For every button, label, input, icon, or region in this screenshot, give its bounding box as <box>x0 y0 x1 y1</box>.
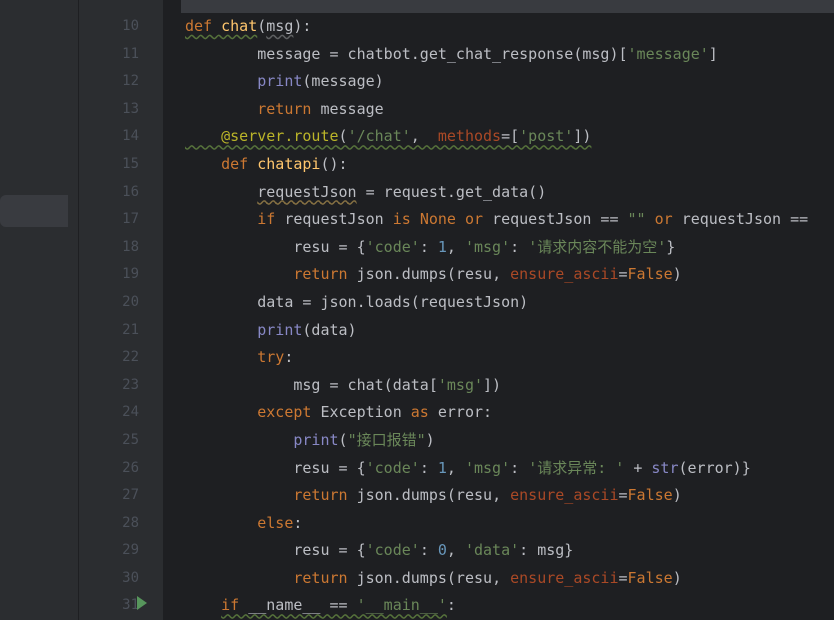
code-line[interactable]: try: <box>181 344 834 372</box>
code-line[interactable]: resu = {'code': 1, 'msg': '请求异常: ' + str… <box>181 455 834 483</box>
line-number[interactable]: 22 <box>79 344 163 372</box>
line-number[interactable]: 13 <box>79 96 163 124</box>
code-line[interactable]: return json.dumps(resu, ensure_ascii=Fal… <box>181 261 834 289</box>
code-line[interactable]: message = chatbot.get_chat_response(msg)… <box>181 41 834 69</box>
editor-root: 10 11 12 13 14 15 16 17 18 19 20 21 22 2… <box>0 0 834 620</box>
line-number[interactable]: 25 <box>79 427 163 455</box>
line-number[interactable]: 15 <box>79 151 163 179</box>
line-number[interactable]: 26 <box>79 455 163 483</box>
code-line[interactable]: return message <box>181 96 834 124</box>
line-number[interactable]: 24 <box>79 399 163 427</box>
line-number[interactable]: 20 <box>79 289 163 317</box>
code-line[interactable]: resu = {'code': 1, 'msg': '请求内容不能为空'} <box>181 234 834 262</box>
code-line[interactable]: else: <box>181 510 834 538</box>
code-line[interactable]: return json.dumps(resu, ensure_ascii=Fal… <box>181 482 834 510</box>
line-number[interactable]: 16 <box>79 179 163 207</box>
code-line[interactable]: def chat(msg): <box>181 13 834 41</box>
line-number[interactable]: 11 <box>79 41 163 69</box>
code-line[interactable]: except Exception as error: <box>181 399 834 427</box>
fold-rail <box>163 0 181 620</box>
line-number[interactable]: 10 <box>79 13 163 41</box>
line-number[interactable]: 31 <box>79 592 163 620</box>
line-number[interactable]: 18 <box>79 234 163 262</box>
code-line[interactable]: requestJson = request.get_data() <box>181 179 834 207</box>
line-number[interactable]: 28 <box>79 510 163 538</box>
code-line[interactable]: return json.dumps(resu, ensure_ascii=Fal… <box>181 565 834 593</box>
line-number[interactable]: 29 <box>79 537 163 565</box>
code-line[interactable]: @server.route('/chat', methods=['post']) <box>181 123 834 151</box>
line-number[interactable]: 14 <box>79 123 163 151</box>
line-number[interactable]: 17 <box>79 206 163 234</box>
code-line[interactable]: if __name__ == '__main__': <box>181 592 834 620</box>
gutter-partial <box>79 0 163 13</box>
line-number[interactable]: 12 <box>79 68 163 96</box>
line-number[interactable]: 30 <box>79 565 163 593</box>
code-editor[interactable]: chatbot = Chatbot(config, conversation_i… <box>181 0 834 620</box>
code-line[interactable]: if requestJson is None or requestJson ==… <box>181 206 834 234</box>
code-line[interactable]: print("接口报错") <box>181 427 834 455</box>
line-number[interactable]: 23 <box>79 372 163 400</box>
code-line[interactable]: print(message) <box>181 68 834 96</box>
code-line[interactable]: print(data) <box>181 317 834 345</box>
tool-sidebar <box>0 0 79 620</box>
code-line[interactable]: resu = {'code': 0, 'data': msg} <box>181 537 834 565</box>
line-number[interactable]: 21 <box>79 317 163 345</box>
line-number[interactable]: 27 <box>79 482 163 510</box>
partial-line: chatbot = Chatbot(config, conversation_i… <box>181 0 834 13</box>
code-line[interactable]: msg = chat(data['msg']) <box>181 372 834 400</box>
sidebar-tab[interactable] <box>0 195 68 227</box>
line-number[interactable]: 19 <box>79 261 163 289</box>
code-line[interactable]: data = json.loads(requestJson) <box>181 289 834 317</box>
code-line[interactable]: def chatapi(): <box>181 151 834 179</box>
run-gutter-icon[interactable] <box>137 596 147 610</box>
line-number-gutter: 10 11 12 13 14 15 16 17 18 19 20 21 22 2… <box>79 0 163 620</box>
